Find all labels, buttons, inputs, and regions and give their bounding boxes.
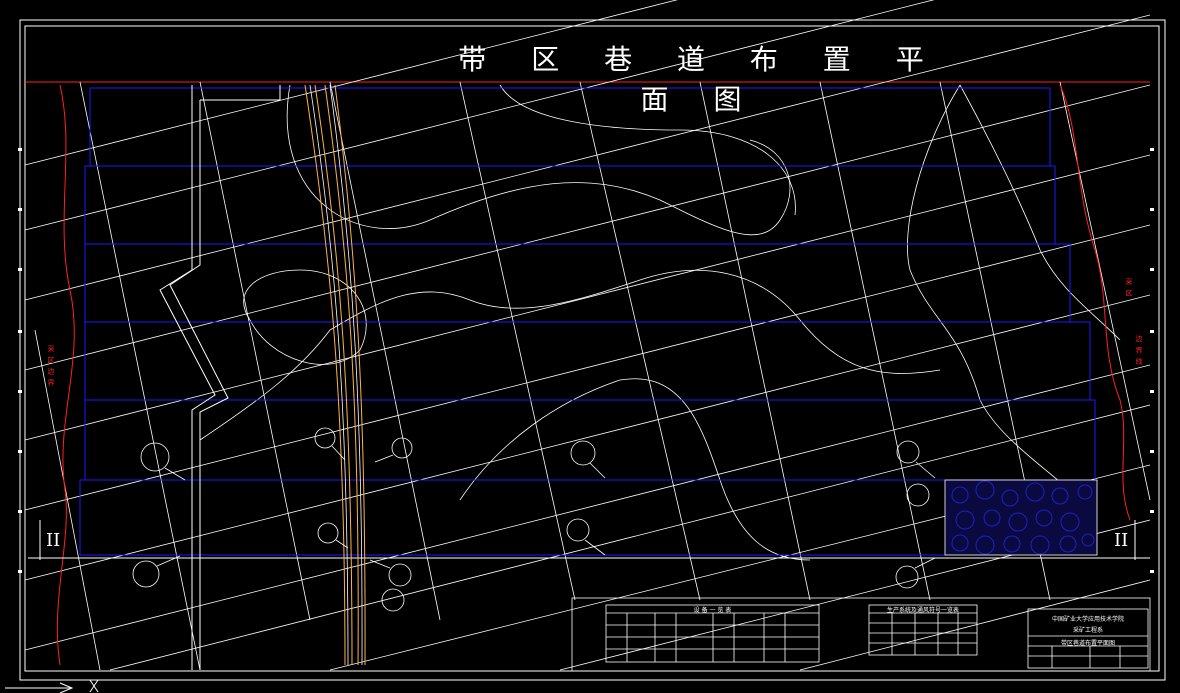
equipment-table-title: 设 备 一 览 表: [693, 607, 732, 614]
coordinate-grid: [24, 0, 1151, 671]
roadway-layout: [79, 87, 1096, 556]
boundary-note-right-b: 边 界 线: [1135, 335, 1143, 366]
boundary-note-left: 采 区 边 界: [47, 345, 55, 387]
drawing-title: 带 区 巷 道 布 置 平 面 图: [458, 43, 942, 116]
mine-plan-drawing: [5, 0, 1166, 693]
axis-arrow-icon: [5, 679, 99, 693]
title-block-drawing-name: 带区巷道布置平面图: [1060, 640, 1115, 647]
section-label-right: II: [1114, 530, 1129, 551]
inner-border: [24, 25, 1160, 672]
boundary-note-right-a: 采 区: [1125, 278, 1133, 298]
title-block-school: 中国矿业大学应用技术学院: [1051, 616, 1124, 623]
goaf-area: [944, 479, 1098, 556]
main-shaft-lines: [304, 84, 366, 666]
equipment-markers: [132, 427, 936, 612]
left-protection-pillar: [159, 85, 281, 670]
legend-table-title: 生产系统及通风符号一览表: [886, 607, 959, 614]
title-block-project: 采矿工程系: [1072, 627, 1103, 634]
section-label-left: II: [46, 530, 61, 551]
